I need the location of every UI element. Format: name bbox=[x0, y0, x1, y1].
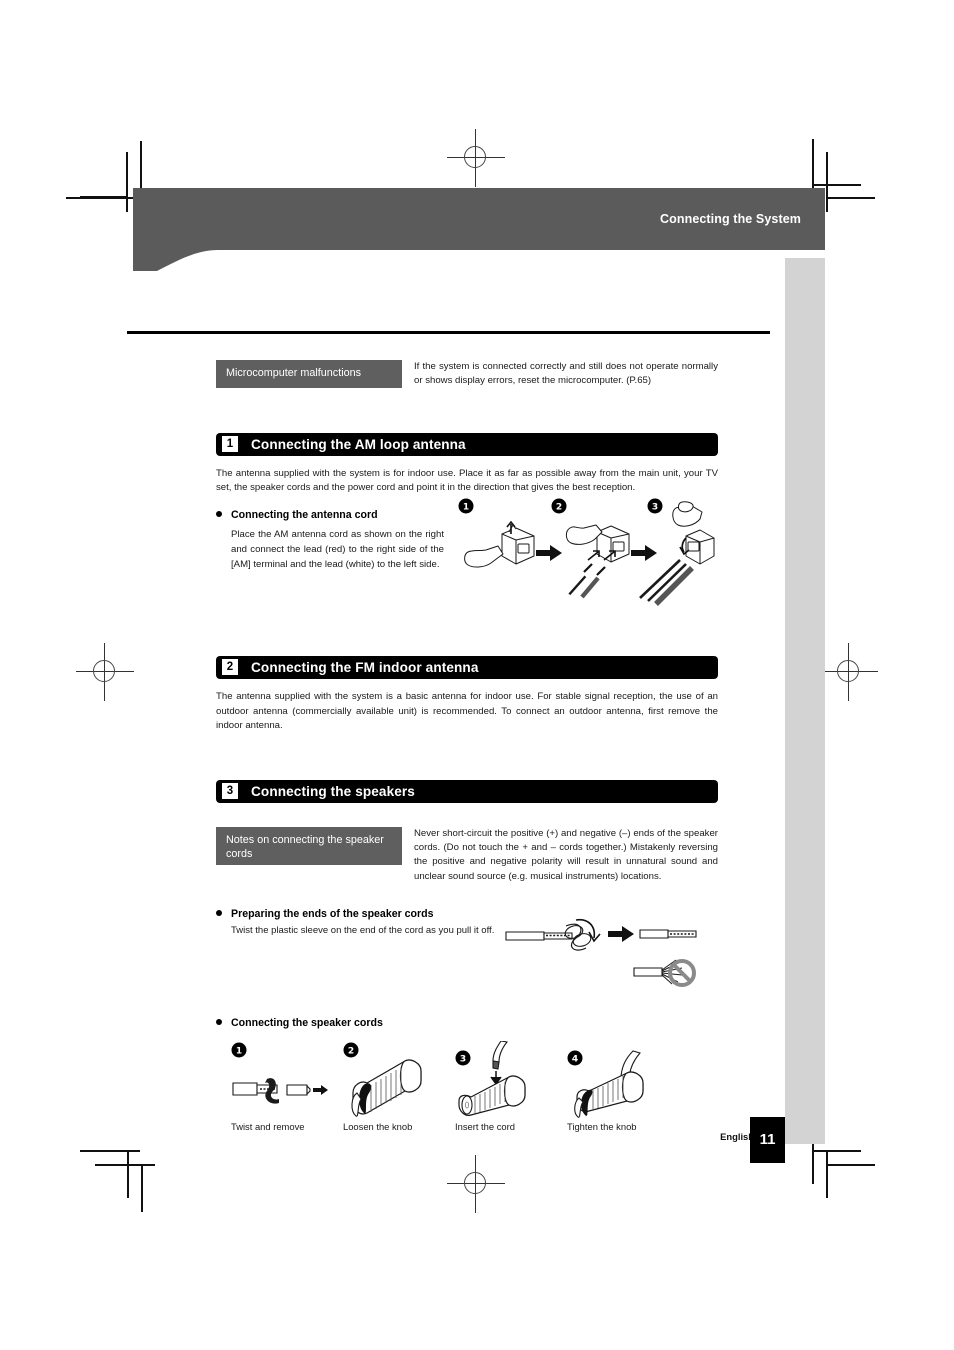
section-bar-3: 3 Connecting the speakers bbox=[216, 779, 718, 803]
stripped-cord-icon bbox=[639, 929, 697, 939]
page-content: Microcomputer malfunctions If the system… bbox=[216, 360, 718, 1132]
footer-page-box: 11 bbox=[750, 1117, 785, 1163]
section-number-3: 3 bbox=[222, 783, 238, 800]
speaker-step-2-figure: 2 bbox=[343, 1041, 455, 1119]
svg-text:3: 3 bbox=[460, 1055, 466, 1065]
preparing-big-arrow bbox=[608, 926, 634, 943]
footer-language: English bbox=[720, 1131, 754, 1142]
registration-mark-left bbox=[76, 643, 134, 701]
page-edge-tab bbox=[785, 258, 825, 1144]
section-1-bullet-body: Place the AM antenna cord as shown on th… bbox=[231, 528, 444, 570]
svg-text:4: 4 bbox=[572, 1055, 578, 1065]
svg-text:1: 1 bbox=[463, 503, 469, 513]
speaker-terminal-icon bbox=[574, 1071, 644, 1118]
speaker-terminal-icon bbox=[351, 1059, 422, 1117]
speaker-step-3-figure: 3 bbox=[455, 1040, 567, 1119]
page-header-title: Connecting the System bbox=[659, 211, 801, 226]
am-step-1-badge: 1 bbox=[458, 498, 474, 514]
frayed-cord-icon bbox=[633, 967, 663, 977]
crop-mark-top-left-h3 bbox=[66, 197, 126, 199]
section-1-columns: Connecting the antenna cord Place the AM… bbox=[216, 496, 718, 611]
speaker-step-1-figure: 1 bbox=[231, 1041, 343, 1119]
manual-page: Connecting the System Microcomputer malf… bbox=[0, 0, 954, 1350]
footer-page-number: 11 bbox=[759, 1131, 776, 1148]
section-number-1: 1 bbox=[222, 436, 238, 453]
insert-cord-diagram: 3 bbox=[455, 1040, 526, 1117]
crop-mark-top-right-h2 bbox=[827, 197, 875, 199]
am-arrow-2-3 bbox=[631, 544, 657, 561]
preparing-ends-body: Twist the plastic sleeve on the end of t… bbox=[231, 925, 495, 937]
bullet-dot-icon bbox=[216, 510, 222, 517]
callout-microcomputer-malfunctions: Microcomputer malfunctions If the system… bbox=[216, 360, 718, 389]
crop-mark-bottom-right-h2 bbox=[827, 1164, 875, 1166]
section-bar-1: 1 Connecting the AM loop antenna bbox=[216, 432, 718, 456]
am-figure-leads bbox=[567, 563, 606, 599]
bullet-dot-icon bbox=[216, 910, 222, 917]
page-footer: English 11 bbox=[0, 1117, 954, 1163]
section-number-2: 2 bbox=[222, 659, 238, 676]
crop-mark-top-right-v2 bbox=[826, 152, 828, 212]
page-header-tail bbox=[133, 249, 825, 271]
speaker-terminal-icon bbox=[458, 1075, 526, 1117]
section-title-3: Connecting the speakers bbox=[251, 783, 415, 799]
am-antenna-figure: 1 2 3 bbox=[444, 498, 718, 611]
loosen-knob-diagram: 2 bbox=[343, 1042, 422, 1117]
section-title-1: Connecting the AM loop antenna bbox=[251, 436, 466, 452]
preparing-ends-figure bbox=[504, 910, 718, 993]
incoming-cord-icon bbox=[492, 1040, 509, 1070]
crop-mark-bottom-left-v2 bbox=[141, 1164, 143, 1212]
bullet-preparing-ends: Preparing the ends of the speaker cords bbox=[216, 908, 504, 920]
twist-and-remove-diagram: 1 bbox=[231, 1042, 328, 1104]
am-arrow-1-2 bbox=[536, 544, 562, 561]
preparing-ends-text-column: Preparing the ends of the speaker cords … bbox=[216, 908, 504, 938]
svg-text:2: 2 bbox=[348, 1047, 354, 1057]
cord-sleeve-diagram bbox=[505, 919, 697, 988]
section-bar-2: 2 Connecting the FM indoor antenna bbox=[216, 655, 718, 679]
twist-arrow-icon bbox=[575, 919, 601, 943]
section-1-text-column: Connecting the antenna cord Place the AM… bbox=[216, 496, 444, 573]
svg-text:3: 3 bbox=[652, 503, 658, 513]
section-title-2: Connecting the FM indoor antenna bbox=[251, 659, 479, 675]
bullet-connecting-speaker-cords: Connecting the speaker cords bbox=[216, 1017, 718, 1029]
svg-text:1: 1 bbox=[236, 1047, 242, 1057]
cord-twist-icon bbox=[505, 923, 592, 951]
preparing-ends-block: Preparing the ends of the speaker cords … bbox=[216, 908, 718, 993]
am-figure-step3-cords bbox=[639, 558, 694, 606]
bullet-connecting-antenna-cord-label: Connecting the antenna cord bbox=[231, 508, 378, 521]
prohibition-icon bbox=[668, 959, 696, 988]
registration-mark-bottom bbox=[447, 1155, 505, 1213]
callout-speaker-notes-label: Notes on connecting the speaker cords bbox=[216, 826, 402, 865]
section-2-paragraph: The antenna supplied with the system is … bbox=[216, 690, 718, 732]
callout-speaker-cord-notes: Notes on connecting the speaker cords Ne… bbox=[216, 826, 718, 885]
am-step-3-badge: 3 bbox=[647, 498, 663, 514]
crop-mark-top-left-v2 bbox=[126, 152, 128, 212]
bullet-connecting-antenna-cord: Connecting the antenna cord bbox=[216, 509, 444, 521]
page-header-band: Connecting the System bbox=[133, 188, 825, 249]
bullet-preparing-ends-label: Preparing the ends of the speaker cords bbox=[231, 908, 434, 921]
tighten-knob-diagram: 4 bbox=[567, 1050, 644, 1118]
section-1-paragraph: The antenna supplied with the system is … bbox=[216, 467, 718, 494]
am-step2-arrow-a bbox=[587, 550, 600, 561]
removal-arrow-icon bbox=[313, 1085, 328, 1096]
am-figure-step1 bbox=[464, 524, 535, 568]
am-figure-step3 bbox=[672, 501, 715, 565]
callout-microcomputer-label: Microcomputer malfunctions bbox=[216, 360, 402, 388]
header-tail-shape bbox=[133, 249, 825, 271]
am-step-2-badge: 2 bbox=[551, 498, 567, 514]
header-divider-rule bbox=[127, 331, 770, 334]
callout-speaker-notes-body: Never short-circuit the positive (+) and… bbox=[414, 827, 718, 882]
crop-mark-bottom-left-h2 bbox=[95, 1164, 155, 1166]
callout-microcomputer-body: If the system is connected correctly and… bbox=[414, 361, 718, 387]
bullet-connecting-speaker-cords-label: Connecting the speaker cords bbox=[231, 1017, 383, 1030]
am-figure-step2 bbox=[565, 524, 630, 563]
registration-mark-right bbox=[820, 643, 878, 701]
registration-mark-top bbox=[447, 129, 505, 187]
removed-sleeve-icon bbox=[286, 1084, 311, 1096]
bullet-dot-icon bbox=[216, 1019, 222, 1026]
am-antenna-diagram: 1 2 3 bbox=[458, 498, 715, 606]
crop-mark-top-right-h bbox=[813, 184, 861, 186]
speaker-step-4-figure: 4 bbox=[567, 1041, 679, 1119]
svg-text:2: 2 bbox=[556, 503, 562, 513]
